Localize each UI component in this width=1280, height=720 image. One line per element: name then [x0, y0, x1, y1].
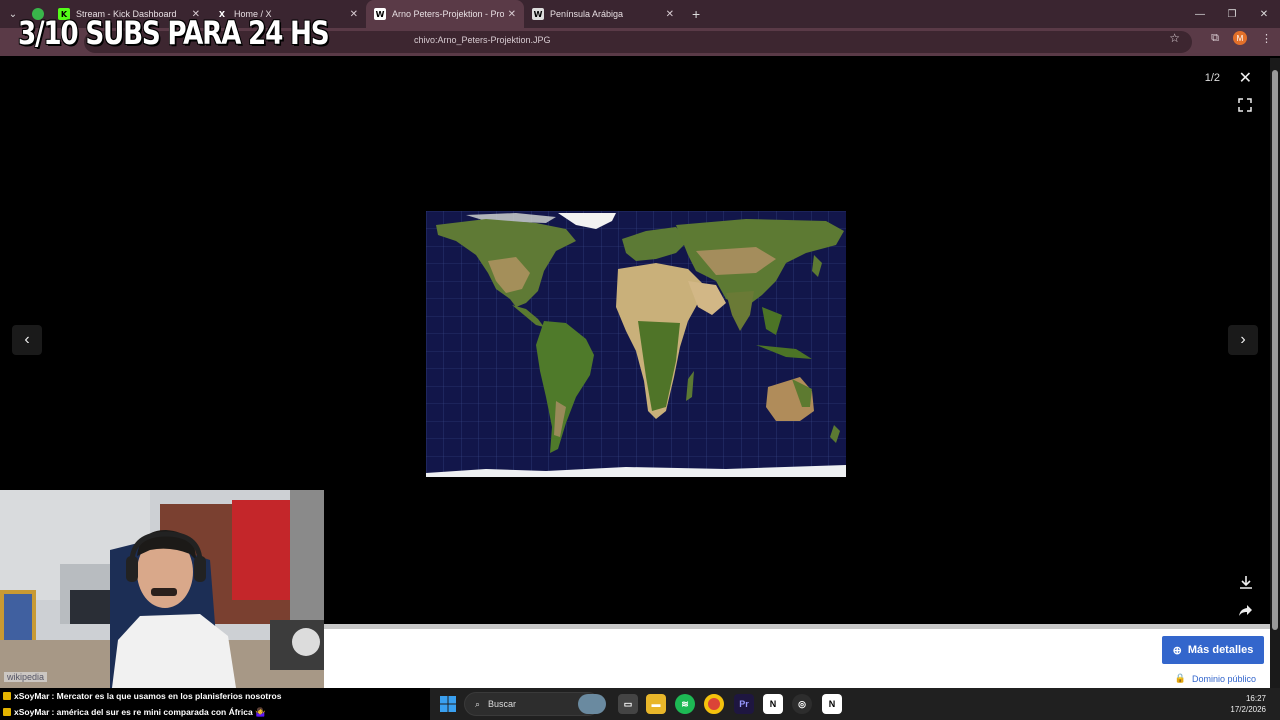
- spotify-icon[interactable]: ≋: [675, 694, 695, 714]
- chevron-right-icon: ›: [1240, 331, 1246, 348]
- scrollbar-thumb[interactable]: [1272, 70, 1278, 630]
- clock-time: 16:27: [1245, 694, 1266, 703]
- windows-taskbar: ⌕ Buscar ▭ ▬ ≋ Pr N ◎ N 16:27 17/2/2026: [430, 688, 1280, 720]
- window-close-icon[interactable]: ✕: [1248, 0, 1280, 28]
- close-icon[interactable]: ✕: [508, 9, 516, 20]
- share-icon[interactable]: [1238, 602, 1254, 618]
- chat-user: xSoyMar: [14, 707, 50, 717]
- page-scrollbar[interactable]: [1270, 58, 1280, 688]
- screen: ⌄ K Stream - Kick Dashboard ✕ X Home / X…: [0, 0, 1280, 720]
- wikipedia-icon: W: [374, 8, 386, 20]
- close-icon[interactable]: ✕: [666, 9, 674, 20]
- webcam-feed: wikipedia: [0, 490, 324, 688]
- notion-calendar-icon[interactable]: N: [822, 694, 842, 714]
- chrome-icon[interactable]: [704, 694, 724, 714]
- more-details-label: Más detalles: [1187, 644, 1254, 656]
- license-label: Dominio público: [1191, 673, 1256, 684]
- search-placeholder: Buscar: [488, 699, 517, 709]
- restore-icon[interactable]: ❐: [1216, 0, 1248, 28]
- more-details-button[interactable]: ⊕ Más detalles: [1162, 636, 1264, 664]
- menu-kebab-icon[interactable]: ⋮: [1261, 32, 1272, 45]
- chat-text: : américa del sur es re mini comparada c…: [51, 706, 266, 717]
- viewer-close-icon[interactable]: ✕: [1239, 68, 1252, 88]
- fullscreen-icon[interactable]: [1238, 98, 1252, 112]
- download-icon[interactable]: [1238, 574, 1254, 590]
- chat-message: xSoyMar : Mercator es la que usamos en l…: [0, 688, 430, 704]
- previous-image-button[interactable]: ‹: [12, 325, 42, 355]
- windows-start-icon[interactable]: [438, 694, 458, 714]
- premiere-icon[interactable]: Pr: [734, 694, 754, 714]
- url-text: chivo:Arno_Peters-Projektion.JPG: [414, 35, 551, 45]
- wikipedia-icon: W: [532, 8, 544, 20]
- search-icon: ⌕: [475, 698, 481, 709]
- stream-overlay-title: 3/10 SUBS PARA 24 HS: [18, 14, 330, 52]
- chat-user: xSoyMar: [14, 691, 50, 701]
- task-view-icon[interactable]: ▭: [618, 694, 638, 714]
- minimize-icon[interactable]: —: [1184, 0, 1216, 28]
- webcam-label: wikipedia: [4, 672, 48, 682]
- sub-badge-icon: [3, 692, 11, 700]
- chat-message: xSoyMar : américa del sur es re mini com…: [0, 704, 430, 720]
- profile-avatar[interactable]: M: [1233, 31, 1247, 45]
- widgets-icon[interactable]: [578, 694, 606, 714]
- tab-arno-peters[interactable]: W Arno Peters-Projektion - Proye ✕: [366, 0, 524, 28]
- info-icon: ⊕: [1172, 644, 1182, 657]
- new-tab-icon[interactable]: +: [692, 6, 700, 22]
- chevron-left-icon: ‹: [24, 331, 30, 348]
- window-controls: — ❐ ✕: [1184, 0, 1280, 28]
- tab-peninsula-arabiga[interactable]: W Península Arábiga ✕: [524, 0, 682, 28]
- tab-label: Arno Peters-Projektion - Proye: [392, 9, 504, 19]
- chat-overlay: xSoyMar : Mercator es la que usamos en l…: [0, 688, 430, 720]
- toolbar-actions: ⧉ M ⋮: [1211, 31, 1272, 45]
- notion-icon[interactable]: N: [763, 694, 783, 714]
- bookmark-star-icon[interactable]: ☆: [1169, 31, 1180, 45]
- next-image-button[interactable]: ›: [1228, 325, 1258, 355]
- clock-date: 17/2/2026: [1230, 705, 1266, 714]
- obs-icon[interactable]: ◎: [792, 694, 812, 714]
- file-explorer-icon[interactable]: ▬: [646, 694, 666, 714]
- image-details-panel: ⊕ Más detalles 🔒 Dominio público: [324, 624, 1270, 688]
- system-clock[interactable]: 16:27 17/2/2026: [1230, 693, 1266, 715]
- license-info[interactable]: 🔒 Dominio público: [1175, 673, 1256, 684]
- close-icon[interactable]: ✕: [350, 9, 358, 20]
- extensions-icon[interactable]: ⧉: [1211, 32, 1219, 45]
- lock-icon: 🔒: [1174, 673, 1186, 683]
- tab-label: Península Arábiga: [550, 9, 624, 19]
- image-counter: 1/2: [1204, 72, 1220, 84]
- chat-text: : Mercator es la que usamos en los plani…: [51, 691, 282, 701]
- webcam-image: [0, 490, 324, 688]
- world-map-image: [426, 211, 846, 477]
- sub-badge-icon: [3, 708, 11, 716]
